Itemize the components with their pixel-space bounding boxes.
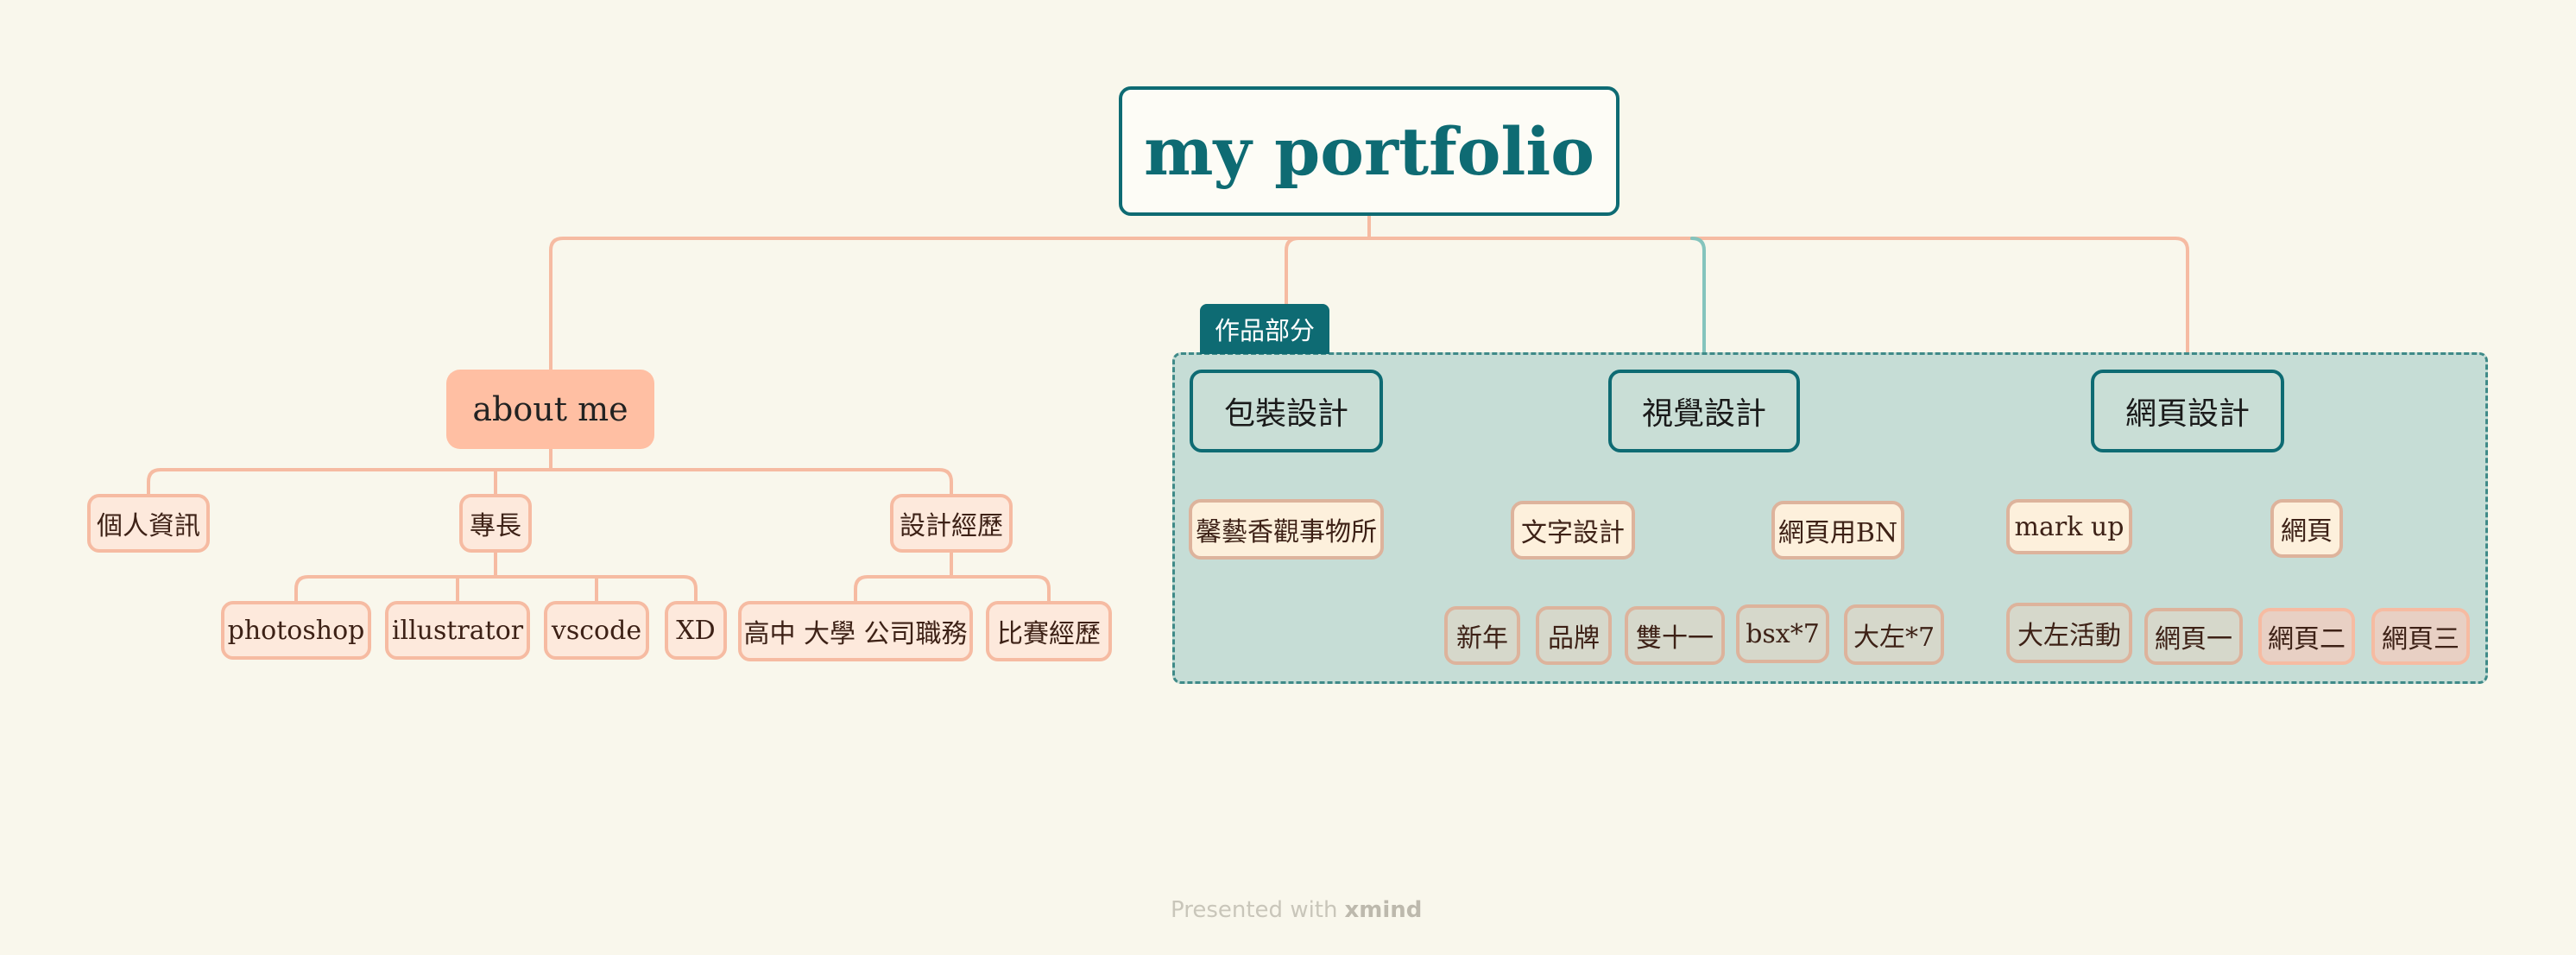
topic-photoshop[interactable]: photoshop xyxy=(221,601,371,660)
topic-web-banner[interactable]: 網頁用BN xyxy=(1771,501,1904,560)
topic-school-work[interactable]: 高中 大學 公司職務 xyxy=(738,601,973,661)
topic-illustrator[interactable]: illustrator xyxy=(385,601,530,660)
footer-prefix: Presented with xyxy=(1171,897,1338,923)
topic-about-me[interactable]: about me xyxy=(446,370,654,449)
topic-webpage[interactable]: 網頁 xyxy=(2270,499,2343,558)
topic-skills[interactable]: 專長 xyxy=(459,494,532,553)
connector-root-bar xyxy=(549,237,2189,371)
connector-experience xyxy=(854,551,1051,603)
topic-brand[interactable]: 品牌 xyxy=(1536,606,1612,665)
topic-vscode[interactable]: vscode xyxy=(544,601,649,660)
topic-dazuo-event[interactable]: 大左活動 xyxy=(2006,603,2132,663)
central-topic[interactable]: my portfolio xyxy=(1119,86,1619,216)
topic-design-experience[interactable]: 設計經歷 xyxy=(890,494,1013,553)
topic-packaging-design[interactable]: 包裝設計 xyxy=(1190,370,1383,452)
connector-root-visual xyxy=(1690,237,1706,371)
topic-personal-info[interactable]: 個人資訊 xyxy=(87,494,210,553)
works-boundary-label[interactable]: 作品部分 xyxy=(1200,304,1329,354)
topic-packaging-project[interactable]: 馨藝香觀事物所 xyxy=(1189,499,1384,560)
topic-text-design[interactable]: 文字設計 xyxy=(1511,501,1635,560)
connector-about xyxy=(147,447,953,496)
topic-web-design[interactable]: 網頁設計 xyxy=(2091,370,2284,452)
topic-markup[interactable]: mark up xyxy=(2006,499,2132,554)
topic-competitions[interactable]: 比賽經歷 xyxy=(986,601,1112,661)
xmind-logo: xmind xyxy=(1344,897,1423,923)
topic-dazuo[interactable]: 大左*7 xyxy=(1844,604,1944,665)
topic-page-two[interactable]: 網頁二 xyxy=(2258,608,2355,665)
topic-new-year[interactable]: 新年 xyxy=(1444,606,1520,665)
presented-with-footer[interactable]: Presented with xmind xyxy=(1171,895,1422,926)
connector-skills xyxy=(294,551,698,603)
topic-page-three[interactable]: 網頁三 xyxy=(2371,608,2470,665)
topic-bsx[interactable]: bsx*7 xyxy=(1736,604,1829,663)
topic-xd[interactable]: XD xyxy=(665,601,727,660)
topic-page-one[interactable]: 網頁一 xyxy=(2144,608,2243,665)
topic-visual-design[interactable]: 視覺設計 xyxy=(1608,370,1800,452)
topic-double-eleven[interactable]: 雙十一 xyxy=(1625,606,1725,665)
